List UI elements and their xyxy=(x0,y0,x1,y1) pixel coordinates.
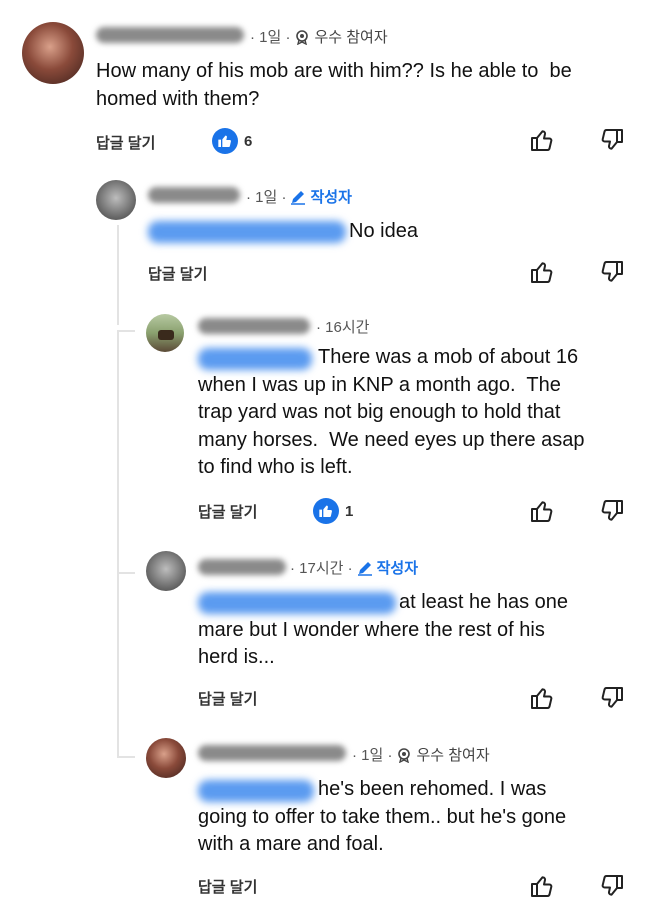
reply-button[interactable]: 답글 달기 xyxy=(198,688,257,709)
thumbs-up-icon xyxy=(319,505,332,517)
comment-text: There was a mob of about 16 when I was u… xyxy=(198,346,585,478)
comment-time: · 1일 · xyxy=(352,747,393,764)
comment-text: at least he has one mare but I wonder wh… xyxy=(198,591,569,668)
like-count: 6 xyxy=(244,133,253,150)
author-name-blurred[interactable] xyxy=(198,745,346,761)
comment-time: · 17시간 · xyxy=(290,560,353,577)
comment-time: · 1일 · xyxy=(250,29,291,46)
comment-meta: · 17시간 · 작성자 xyxy=(290,557,418,578)
dislike-icon[interactable] xyxy=(598,258,626,286)
medal-icon xyxy=(398,747,411,763)
comment-text: How many of his mob are with him?? Is he… xyxy=(96,60,578,110)
avatar[interactable] xyxy=(146,551,186,591)
like-icon[interactable] xyxy=(528,258,556,286)
like-icon[interactable] xyxy=(528,497,556,525)
like-reaction-badge xyxy=(313,498,339,524)
thread-connector xyxy=(117,330,135,332)
author-name-blurred[interactable] xyxy=(198,559,286,575)
comment-text: No idea xyxy=(349,220,418,242)
top-contributor-badge: 우수 참여자 xyxy=(396,744,490,765)
mention-blurred[interactable] xyxy=(148,221,346,243)
comment-meta: · 1일 · 작성자 xyxy=(246,186,352,207)
horse-photo xyxy=(158,330,174,340)
author-badge: 작성자 xyxy=(357,557,418,578)
comment-meta: · 1일 · 우수 참여자 xyxy=(250,26,388,47)
thread-connector xyxy=(117,572,135,574)
badge-label: 우수 참여자 xyxy=(314,29,388,46)
avatar[interactable] xyxy=(96,180,136,220)
thread-line xyxy=(117,330,119,756)
reply-button[interactable]: 답글 달기 xyxy=(198,501,257,522)
like-icon[interactable] xyxy=(528,126,556,154)
reply-button[interactable]: 답글 달기 xyxy=(96,132,155,153)
thumbs-up-icon xyxy=(218,135,231,147)
dislike-icon[interactable] xyxy=(598,872,626,900)
thread-line xyxy=(117,225,119,325)
author-badge: 작성자 xyxy=(290,186,352,207)
author-name-blurred[interactable] xyxy=(198,318,310,334)
comment-meta: · 1일 · 우수 참여자 xyxy=(352,744,490,765)
reply-button[interactable]: 답글 달기 xyxy=(198,876,257,897)
pencil-icon xyxy=(357,561,372,576)
comment-time: · 16시간 xyxy=(316,319,370,336)
reply-button[interactable]: 답글 달기 xyxy=(148,263,207,284)
avatar[interactable] xyxy=(22,22,84,84)
like-icon[interactable] xyxy=(528,872,556,900)
avatar[interactable] xyxy=(146,314,184,352)
medal-icon xyxy=(296,29,309,45)
like-icon[interactable] xyxy=(528,684,556,712)
comment-time: · 1일 · xyxy=(246,189,287,206)
like-reaction-badge xyxy=(212,128,238,154)
comment-meta: · 16시간 xyxy=(316,316,369,337)
thread-connector xyxy=(117,756,135,758)
avatar[interactable] xyxy=(146,738,186,778)
pencil-icon xyxy=(291,190,306,205)
author-name-blurred[interactable] xyxy=(148,187,240,203)
dislike-icon[interactable] xyxy=(598,497,626,525)
badge-label: 우수 참여자 xyxy=(416,747,490,764)
author-name-blurred[interactable] xyxy=(96,27,244,43)
comment-text: he's been rehomed. I was going to offer … xyxy=(198,778,567,855)
like-count: 1 xyxy=(345,503,354,520)
badge-label: 작성자 xyxy=(376,560,419,577)
dislike-icon[interactable] xyxy=(598,684,626,712)
dislike-icon[interactable] xyxy=(598,126,626,154)
top-contributor-badge: 우수 참여자 xyxy=(294,26,388,47)
badge-label: 작성자 xyxy=(310,189,352,206)
